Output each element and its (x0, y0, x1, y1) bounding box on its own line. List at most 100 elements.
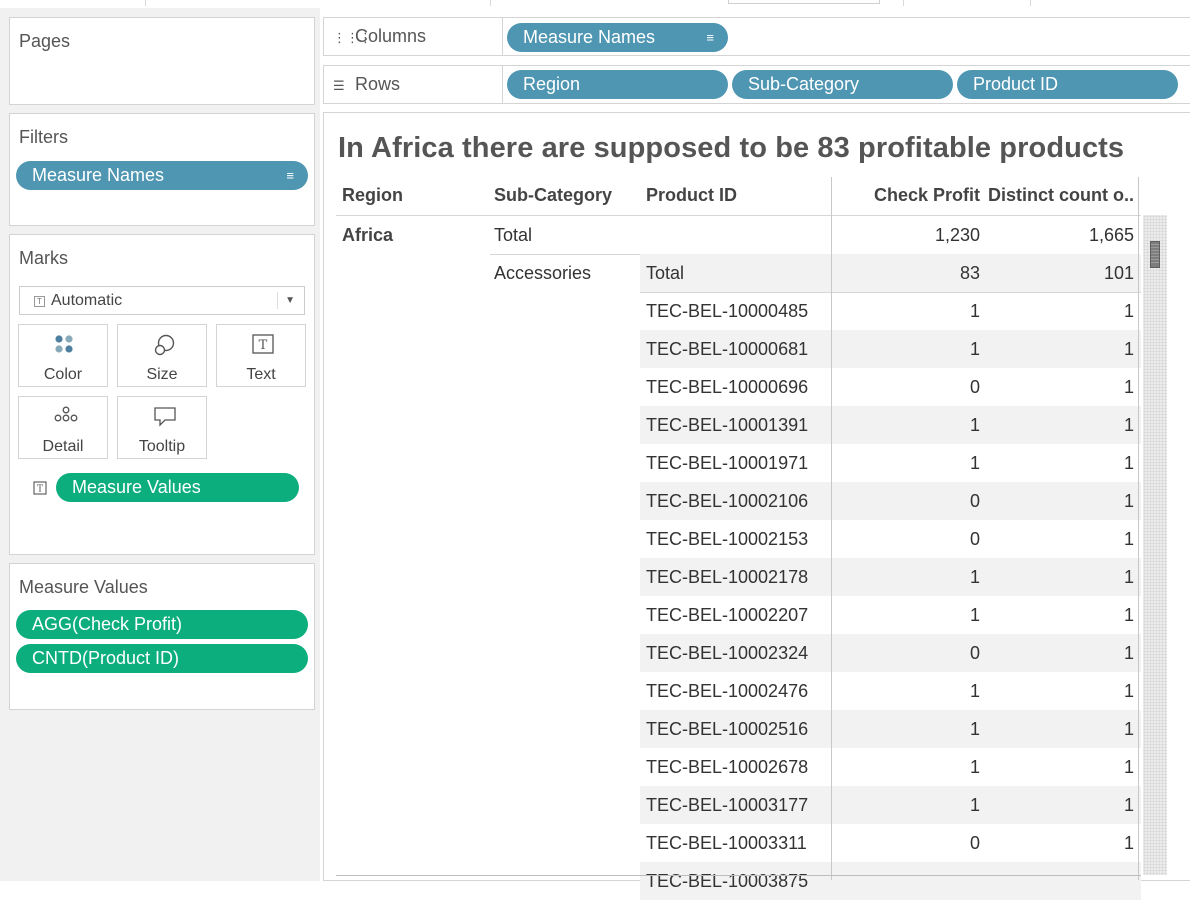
svg-text:T: T (259, 338, 268, 353)
product-id-cell[interactable]: TEC-BEL-10000681 (646, 330, 808, 368)
mark-type-dropdown[interactable]: T Automatic ▼ (19, 286, 305, 315)
product-id-cell[interactable]: TEC-BEL-10002207 (646, 596, 808, 634)
product-id-cell[interactable]: TEC-BEL-10003311 (646, 824, 807, 862)
columns-pill-measure-names[interactable]: Measure Names ≡ (507, 23, 728, 52)
distinct-count-cell[interactable]: 1 (984, 596, 1134, 634)
product-id-cell[interactable]: TEC-BEL-10002678 (646, 748, 808, 786)
distinct-count-cell[interactable]: 1 (984, 330, 1134, 368)
filters-title: Filters (19, 127, 68, 147)
color-label: Color (43, 366, 83, 383)
pages-card[interactable]: Pages (9, 17, 315, 105)
color-button[interactable]: Color (18, 324, 108, 387)
header-product-id[interactable]: Product ID (646, 185, 737, 206)
rows-pill-product-id[interactable]: Product ID (957, 70, 1178, 99)
measure-pill-check-profit[interactable]: AGG(Check Profit) (16, 610, 308, 639)
check-profit-cell[interactable]: 1 (834, 406, 980, 444)
check-profit-cell[interactable]: 1 (834, 558, 980, 596)
header-region[interactable]: Region (342, 185, 403, 206)
view-canvas[interactable]: In Africa there are supposed to be 83 pr… (323, 112, 1190, 900)
scrollbar-grip (1151, 244, 1159, 265)
product-id-cell[interactable]: TEC-BEL-10002476 (646, 672, 808, 710)
distinct-count-cell[interactable]: 1 (984, 634, 1134, 672)
filter-pill-measure-names[interactable]: Measure Names ≡ (16, 161, 308, 190)
check-profit-cell[interactable]: 1 (834, 710, 980, 748)
check-profit-cell[interactable]: 1 (834, 292, 980, 330)
vertical-scrollbar[interactable] (1143, 215, 1167, 875)
region-total-distinct-count[interactable]: 1,665 (984, 216, 1134, 254)
tab-divider (903, 0, 904, 6)
text-label: Text (246, 366, 276, 383)
rows-shelf-label: ☰ Rows (333, 66, 400, 104)
color-icon (55, 335, 73, 353)
product-id-cell[interactable]: TEC-BEL-10002516 (646, 710, 808, 748)
columns-shelf[interactable]: ⋮⋮⋮Columns Measure Names ≡ (323, 17, 1190, 56)
header-check-profit[interactable]: Check Profit (834, 185, 980, 206)
rows-pill-sub-category[interactable]: Sub-Category (732, 70, 953, 99)
distinct-count-cell[interactable]: 1 (984, 786, 1134, 824)
check-profit-cell[interactable]: 1 (834, 444, 980, 482)
check-profit-cell[interactable]: 1 (834, 786, 980, 824)
sub-total-check-profit[interactable]: 83 (834, 254, 980, 292)
distinct-count-cell[interactable]: 1 (984, 824, 1134, 862)
sort-icon: ≡ (706, 30, 714, 45)
dropdown-separator (277, 292, 278, 309)
region-cell[interactable]: Africa (342, 216, 393, 254)
distinct-count-cell[interactable]: 1 (984, 672, 1134, 710)
product-id-cell[interactable]: TEC-BEL-10002178 (646, 558, 808, 596)
svg-text:T: T (37, 485, 43, 495)
distinct-count-cell[interactable]: 1 (984, 406, 1134, 444)
product-id-cell[interactable]: TEC-BEL-10000696 (646, 368, 808, 406)
region-total-check-profit[interactable]: 1,230 (834, 216, 980, 254)
check-profit-cell[interactable]: 0 (834, 368, 980, 406)
rows-pill-label: Product ID (973, 74, 1059, 94)
rows-shelf[interactable]: ☰ Rows Region Sub-Category Product ID (323, 65, 1190, 104)
product-id-cell[interactable]: TEC-BEL-10003875 (646, 862, 808, 900)
check-profit-cell[interactable]: 1 (834, 672, 980, 710)
check-profit-cell[interactable]: 1 (834, 330, 980, 368)
product-id-cell[interactable]: TEC-BEL-10002324 (646, 634, 808, 672)
top-tab-strip (0, 0, 1190, 8)
distinct-count-cell[interactable]: 1 (984, 748, 1134, 786)
measure-pill-product-id[interactable]: CNTD(Product ID) (16, 644, 308, 673)
distinct-count-cell[interactable]: 1 (984, 710, 1134, 748)
distinct-count-cell[interactable]: 1 (984, 368, 1134, 406)
product-id-cell[interactable]: TEC-BEL-10002153 (646, 520, 808, 558)
distinct-count-cell[interactable]: 1 (984, 292, 1134, 330)
header-distinct-count[interactable]: Distinct count o.. (984, 185, 1134, 206)
product-id-cell[interactable]: TEC-BEL-10001391 (646, 406, 808, 444)
distinct-count-cell[interactable]: 1 (984, 482, 1134, 520)
shelf-divider (502, 66, 503, 103)
marks-card[interactable]: Marks T Automatic ▼ Color Size T Text De… (9, 234, 315, 555)
filters-card[interactable]: Filters Measure Names ≡ (9, 113, 315, 226)
distinct-count-cell[interactable]: 1 (984, 520, 1134, 558)
product-id-cell[interactable]: TEC-BEL-10002106 (646, 482, 808, 520)
product-id-cell[interactable]: TEC-BEL-10001971 (646, 444, 808, 482)
product-id-cell[interactable]: TEC-BEL-10003177 (646, 786, 808, 824)
check-profit-cell[interactable]: 1 (834, 596, 980, 634)
header-sub-category[interactable]: Sub-Category (494, 185, 612, 206)
distinct-count-cell[interactable]: 1 (984, 558, 1134, 596)
detail-button[interactable]: Detail (18, 396, 108, 459)
tab-divider (1030, 0, 1031, 6)
filter-pill-label: Measure Names (32, 165, 165, 185)
tooltip-button[interactable]: Tooltip (117, 396, 207, 459)
check-profit-cell[interactable]: 0 (834, 824, 980, 862)
check-profit-cell[interactable]: 0 (834, 482, 980, 520)
sub-total-distinct-count[interactable]: 101 (984, 254, 1134, 292)
text-icon: T (252, 334, 274, 354)
measure-values-pill[interactable]: Measure Values (56, 473, 299, 502)
check-profit-cell[interactable]: 0 (834, 520, 980, 558)
text-button[interactable]: T Text (216, 324, 306, 387)
sub-category-cell[interactable]: Accessories (494, 254, 591, 292)
check-profit-cell[interactable]: 1 (834, 748, 980, 786)
measure-pill-label: CNTD(Product ID) (32, 648, 180, 668)
measure-values-card[interactable]: Measure Values AGG(Check Profit) CNTD(Pr… (9, 563, 315, 710)
active-tab-indicator[interactable] (728, 0, 880, 4)
marks-title: Marks (19, 248, 68, 268)
product-id-cell[interactable]: TEC-BEL-10000485 (646, 292, 808, 330)
size-button[interactable]: Size (117, 324, 207, 387)
check-profit-cell[interactable]: 0 (834, 634, 980, 672)
pages-title: Pages (19, 31, 71, 51)
rows-pill-region[interactable]: Region (507, 70, 728, 99)
distinct-count-cell[interactable]: 1 (984, 444, 1134, 482)
